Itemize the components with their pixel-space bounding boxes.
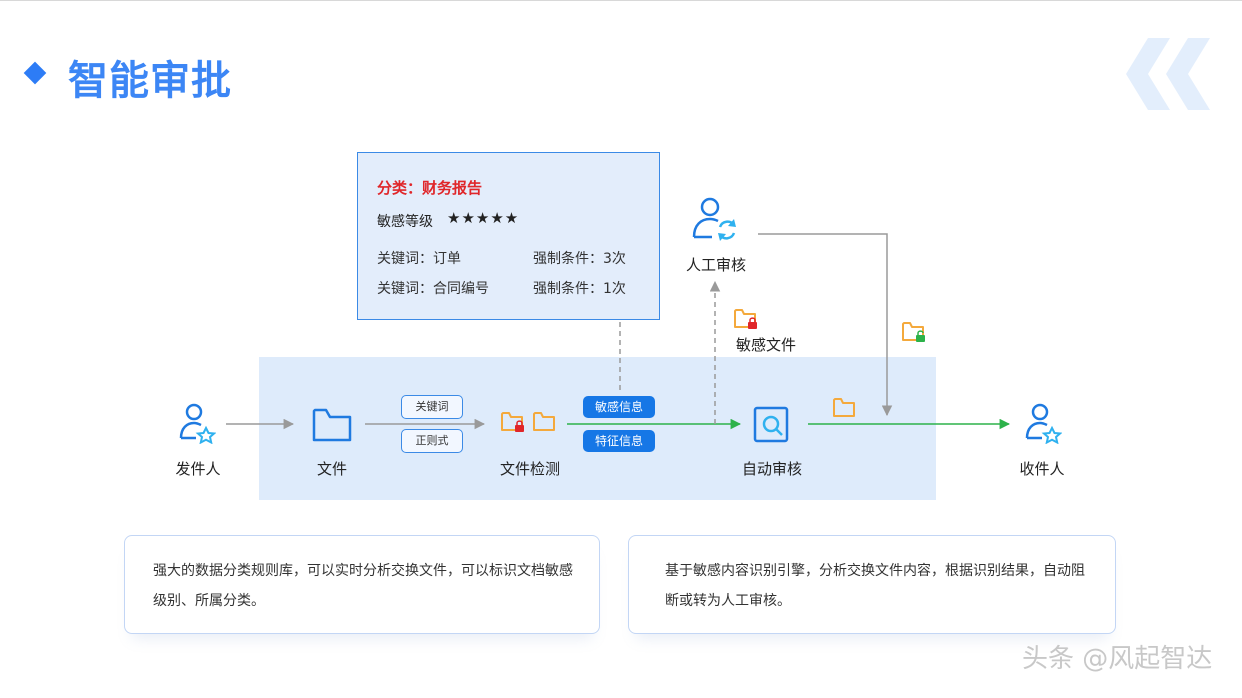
receiver-label: 收件人 [1019,460,1065,478]
classification-info-box: 分类：财务报告 敏感等级 ★★★★★ 关键词：订单 强制条件：3次 关键词：合同… [357,152,660,320]
keyword-row-2: 关键词：合同编号 [377,281,489,297]
file-check-label: 文件检测 [499,460,560,478]
file-label: 文件 [316,460,347,478]
sensitive-file-label: 敏感文件 [735,336,796,354]
manual-review-label: 人工审核 [685,256,746,274]
approved-folder-icon [902,322,925,342]
condition-row-1: 强制条件：3次 [533,251,626,267]
condition-row-2: 强制条件：1次 [533,281,626,297]
folder-icon [533,412,555,431]
file-folder-icon [312,408,352,442]
receiver-user-icon [1025,403,1062,444]
locked-folder-icon [501,412,524,432]
sensitivity-level-label: 敏感等级 [377,214,433,230]
sender-label: 发件人 [175,460,221,478]
description-card-review: 基于敏感内容识别引擎，分析交换文件内容，根据识别结果，自动阻断或转为人工审核。 [628,535,1116,634]
watermark: 头条 @风起智达 [1022,644,1213,674]
auto-review-label: 自动审核 [741,460,802,478]
regex-tag: 正则式 [401,429,463,453]
keyword-tag: 关键词 [401,395,463,419]
classification-description: 强大的数据分类规则库，可以实时分析交换文件，可以标识文档敏感级别、所属分类。 [153,563,573,609]
sensitive-file-folder-icon [734,309,757,329]
sensitive-info-tag: 敏感信息 [583,396,655,418]
keyword-row-1: 关键词：订单 [377,251,461,267]
auto-review-search-icon [753,406,789,443]
star-rating-icon: ★★★★★ [447,209,520,227]
passed-folder-icon [833,398,855,417]
feature-info-tag: 特征信息 [583,430,655,452]
description-card-classification: 强大的数据分类规则库，可以实时分析交换文件，可以标识文档敏感级别、所属分类。 [124,535,600,634]
manual-review-user-icon [692,197,736,241]
category-label: 分类：财务报告 [377,179,483,197]
review-description: 基于敏感内容识别引擎，分析交换文件内容，根据识别结果，自动阻断或转为人工审核。 [665,563,1085,609]
sender-user-icon [179,403,216,444]
